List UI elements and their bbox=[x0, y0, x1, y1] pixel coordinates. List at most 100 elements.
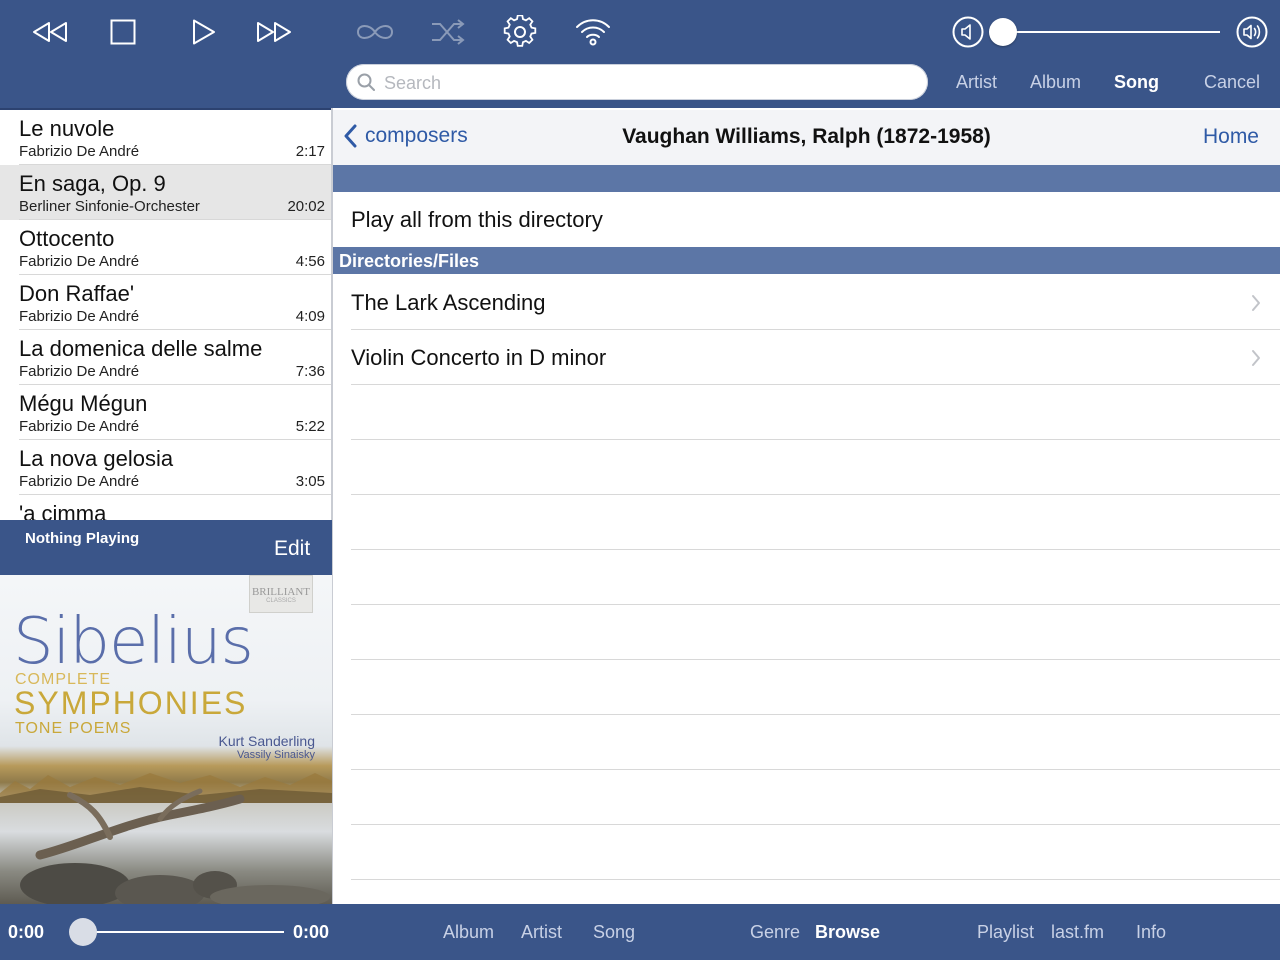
song-title: En saga, Op. 9 bbox=[19, 171, 166, 196]
section-band bbox=[333, 165, 1280, 192]
stop-icon[interactable] bbox=[103, 14, 143, 50]
row-divider bbox=[351, 384, 1280, 385]
row-divider bbox=[351, 769, 1280, 770]
playlist-item[interactable]: La nova gelosia Fabrizio De André 3:05 bbox=[0, 440, 332, 495]
playlist-item[interactable]: Don Raffae' Fabrizio De André 4:09 bbox=[0, 275, 332, 330]
tab-genre[interactable]: Genre bbox=[750, 922, 800, 943]
playlist-item[interactable]: Mégu Mégun Fabrizio De André 5:22 bbox=[0, 385, 332, 440]
now-playing-bar: Nothing Playing Edit bbox=[0, 520, 332, 575]
scope-artist[interactable]: Artist bbox=[956, 72, 997, 93]
song-title: Ottocento bbox=[19, 226, 115, 251]
position-slider-track[interactable] bbox=[82, 931, 284, 933]
song-artist: Fabrizio De André bbox=[19, 363, 140, 380]
play-all-row[interactable]: Play all from this directory bbox=[333, 192, 1280, 247]
row-divider bbox=[351, 329, 1280, 330]
search-input[interactable] bbox=[382, 64, 916, 102]
tab-browse[interactable]: Browse bbox=[815, 922, 880, 943]
row-divider bbox=[351, 659, 1280, 660]
song-duration: 20:02 bbox=[287, 198, 325, 215]
song-title: Mégu Mégun bbox=[19, 391, 148, 416]
directory-label: Violin Concerto in D minor bbox=[351, 345, 607, 370]
tab-info[interactable]: Info bbox=[1136, 922, 1166, 943]
cancel-button[interactable]: Cancel bbox=[1204, 72, 1260, 93]
driftwood-image bbox=[20, 788, 330, 904]
chevron-right-icon bbox=[1252, 350, 1260, 366]
song-duration: 7:36 bbox=[295, 363, 325, 380]
volume-low-icon[interactable] bbox=[948, 14, 988, 50]
fast-forward-icon[interactable] bbox=[254, 14, 294, 50]
tab-artist[interactable]: Artist bbox=[521, 922, 562, 943]
play-all-label: Play all from this directory bbox=[351, 207, 603, 232]
row-divider bbox=[351, 714, 1280, 715]
playlist-item[interactable]: Le nuvole Fabrizio De André 2:17 bbox=[0, 110, 332, 165]
song-artist: Fabrizio De André bbox=[19, 253, 140, 270]
section-header-label: Directories/Files bbox=[339, 251, 480, 271]
playlist: Le nuvole Fabrizio De André 2:17 En saga… bbox=[0, 108, 332, 522]
song-artist: Fabrizio De André bbox=[19, 473, 140, 490]
song-duration: 2:17 bbox=[295, 143, 325, 160]
directory-label: The Lark Ascending bbox=[351, 290, 546, 315]
song-duration: 4:56 bbox=[295, 253, 325, 270]
row-divider bbox=[351, 494, 1280, 495]
label-logo: BRILLIANT CLASSICS bbox=[249, 575, 313, 613]
section-header: Directories/Files bbox=[333, 247, 1280, 274]
album-art-composer: Sibelius bbox=[13, 605, 254, 679]
gear-icon[interactable] bbox=[500, 14, 540, 50]
song-title: La domenica delle salme bbox=[19, 336, 263, 361]
browser-navbar: composers Vaughan Williams, Ralph (1872-… bbox=[333, 110, 1280, 165]
row-divider bbox=[351, 439, 1280, 440]
now-playing-title: Nothing Playing bbox=[25, 530, 140, 547]
song-title: La nova gelosia bbox=[19, 446, 174, 471]
top-toolbar: Artist Album Song Cancel bbox=[0, 0, 1280, 108]
tab-lastfm[interactable]: last.fm bbox=[1051, 922, 1104, 943]
position-slider-knob[interactable] bbox=[69, 918, 97, 946]
elapsed-time: 0:00 bbox=[8, 922, 45, 942]
volume-high-icon[interactable] bbox=[1232, 14, 1272, 50]
album-art-conductor: Kurt Sanderling bbox=[218, 733, 315, 749]
song-duration: 3:05 bbox=[295, 473, 325, 490]
volume-slider-track[interactable] bbox=[1002, 31, 1220, 33]
home-button[interactable]: Home bbox=[1203, 125, 1259, 149]
album-art-line: SYMPHONIES bbox=[14, 685, 248, 721]
row-divider bbox=[351, 604, 1280, 605]
song-title: 'a cimma bbox=[19, 501, 107, 522]
play-icon[interactable] bbox=[184, 14, 224, 50]
total-time: 0:00 bbox=[293, 922, 330, 942]
song-artist: Berliner Sinfonie-Orchester bbox=[19, 198, 200, 215]
scope-song[interactable]: Song bbox=[1114, 72, 1159, 93]
search-icon bbox=[357, 73, 375, 91]
playlist-item-selected[interactable]: En saga, Op. 9 Berliner Sinfonie-Orchest… bbox=[0, 165, 332, 220]
volume-slider-knob[interactable] bbox=[989, 18, 1017, 46]
album-art[interactable]: BRILLIANT CLASSICS Sibelius COMPLETE SYM… bbox=[0, 575, 332, 904]
row-divider bbox=[351, 879, 1280, 880]
song-title: Don Raffae' bbox=[19, 281, 135, 306]
song-duration: 5:22 bbox=[295, 418, 325, 435]
row-divider bbox=[351, 824, 1280, 825]
bottom-tabbar: 0:00 0:00 Album Artist Song Genre Browse… bbox=[0, 904, 1280, 960]
wifi-icon[interactable] bbox=[573, 14, 613, 50]
tab-playlist[interactable]: Playlist bbox=[977, 922, 1034, 943]
directory-item[interactable]: Violin Concerto in D minor bbox=[333, 330, 1280, 385]
shuffle-icon[interactable] bbox=[428, 14, 468, 50]
page-title: Vaughan Williams, Ralph (1872-1958) bbox=[622, 125, 991, 148]
tab-song[interactable]: Song bbox=[593, 922, 635, 943]
song-artist: Fabrizio De André bbox=[19, 308, 140, 325]
song-artist: Fabrizio De André bbox=[19, 418, 140, 435]
album-art-line: TONE POEMS bbox=[15, 720, 132, 737]
playlist-item[interactable]: Ottocento Fabrizio De André 4:56 bbox=[0, 220, 332, 275]
playlist-item[interactable]: 'a cimma bbox=[0, 495, 332, 522]
tab-album[interactable]: Album bbox=[443, 922, 494, 943]
album-art-conductor: Vassily Sinaisky bbox=[236, 749, 315, 761]
scope-album[interactable]: Album bbox=[1030, 72, 1081, 93]
song-title: Le nuvole bbox=[19, 116, 115, 141]
directory-item[interactable]: The Lark Ascending bbox=[333, 275, 1280, 330]
rewind-icon[interactable] bbox=[30, 14, 70, 50]
song-artist: Fabrizio De André bbox=[19, 143, 140, 160]
chevron-right-icon bbox=[1252, 295, 1260, 311]
row-divider bbox=[351, 549, 1280, 550]
playlist-item[interactable]: La domenica delle salme Fabrizio De Andr… bbox=[0, 330, 332, 385]
edit-button[interactable]: Edit bbox=[274, 537, 310, 561]
repeat-icon[interactable] bbox=[355, 14, 395, 50]
search-field[interactable] bbox=[346, 64, 928, 102]
song-duration: 4:09 bbox=[295, 308, 325, 325]
